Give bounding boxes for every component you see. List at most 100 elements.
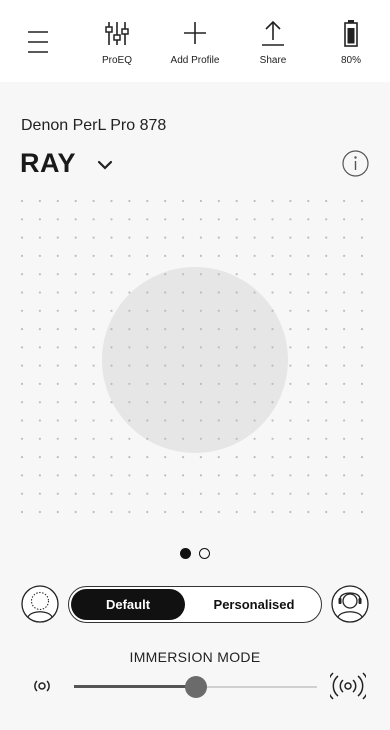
grid-dot [217, 492, 220, 495]
grid-dot [289, 492, 292, 495]
grid-dot [146, 291, 149, 294]
grid-dot [199, 419, 202, 422]
grid-dot [325, 291, 328, 294]
grid-dot [307, 492, 310, 495]
grid-dot [289, 236, 292, 239]
grid-dot [110, 510, 113, 514]
grid-dot [253, 456, 256, 459]
device-name: Denon PerL Pro 878 [21, 117, 167, 134]
grid-dot [164, 199, 167, 203]
grid-dot [20, 346, 24, 349]
grid-dot [307, 273, 310, 276]
grid-dot [360, 364, 364, 367]
grid-dot [164, 346, 167, 349]
personalised-avatar-button[interactable] [331, 585, 369, 623]
grid-dot [56, 419, 59, 422]
grid-dot [253, 364, 256, 367]
grid-dot [56, 218, 59, 221]
grid-dot [199, 291, 202, 294]
grid-dot [343, 419, 346, 422]
share-label: Share [259, 55, 287, 66]
proeq-button[interactable]: ProEQ [82, 18, 152, 74]
grid-dot [182, 218, 185, 221]
default-avatar-button[interactable] [21, 585, 59, 623]
grid-dot [307, 364, 310, 367]
page-dot-1[interactable] [180, 548, 191, 559]
grid-dot [360, 346, 364, 349]
grid-dot [74, 401, 77, 404]
slider-thumb[interactable] [184, 676, 207, 698]
immersion-slider[interactable] [74, 676, 317, 698]
grid-dot [20, 437, 24, 440]
grid-dot [110, 474, 113, 477]
profile-dropdown-button[interactable] [95, 158, 115, 172]
grid-dot [289, 510, 292, 514]
grid-dot [235, 419, 238, 422]
info-icon [342, 150, 369, 177]
grid-dot [74, 437, 77, 440]
grid-dot [217, 401, 220, 404]
equalizer-sliders-icon [105, 22, 129, 45]
grid-dot [199, 218, 202, 221]
default-option[interactable]: Default [71, 589, 185, 620]
profile-name[interactable]: RAY [20, 148, 76, 179]
grid-dot [307, 346, 310, 349]
grid-dot [110, 401, 113, 404]
grid-dot [128, 291, 131, 294]
grid-dot [110, 273, 113, 276]
grid-dot [182, 419, 185, 422]
grid-dot [343, 364, 346, 367]
grid-dot [325, 309, 328, 312]
grid-dot [182, 236, 185, 239]
grid-dot [271, 492, 274, 495]
grid-dot [74, 309, 77, 312]
add-profile-button[interactable]: Add Profile [160, 18, 230, 74]
grid-dot [199, 254, 202, 257]
grid-dot [110, 492, 113, 495]
grid-dot [360, 437, 364, 440]
grid-dot [253, 437, 256, 440]
grid-dot [146, 236, 149, 239]
grid-dot [289, 199, 292, 203]
personalised-option[interactable]: Personalised [189, 589, 319, 620]
grid-dot [289, 419, 292, 422]
chevron-down-icon [97, 160, 113, 170]
grid-dot [56, 382, 59, 385]
grid-dot [253, 236, 256, 239]
grid-dot [360, 291, 364, 294]
grid-dot [110, 456, 113, 459]
grid-dot [217, 254, 220, 257]
grid-dot [271, 218, 274, 221]
grid-dot [343, 199, 346, 203]
grid-dot [360, 456, 364, 459]
grid-dot [343, 273, 346, 276]
page-dot-2[interactable] [199, 548, 210, 559]
grid-dot [325, 419, 328, 422]
grid-dot [360, 199, 364, 203]
grid-dot [164, 510, 167, 514]
share-button[interactable]: Share [238, 18, 308, 74]
grid-dot [343, 510, 346, 514]
grid-dot [235, 382, 238, 385]
low-immersion-button[interactable] [29, 675, 55, 697]
grid-dot [289, 346, 292, 349]
hamburger-menu-icon [28, 31, 48, 53]
grid-dot [128, 346, 131, 349]
grid-dot [289, 218, 292, 221]
grid-dot [110, 218, 113, 221]
immersion-mode-label: IMMERSION MODE [129, 649, 261, 665]
grid-dot [38, 437, 41, 440]
grid-dot [38, 382, 41, 385]
info-button[interactable] [342, 150, 369, 177]
grid-dot [182, 364, 185, 367]
grid-dot [164, 437, 167, 440]
grid-dot [217, 291, 220, 294]
grid-dot [92, 328, 95, 331]
menu-button[interactable] [24, 27, 52, 57]
grid-dot [307, 236, 310, 239]
grid-dot [128, 254, 131, 257]
high-immersion-button[interactable] [326, 672, 370, 700]
grid-dot [325, 492, 328, 495]
slider-fill [74, 685, 196, 688]
grid-dot [325, 346, 328, 349]
